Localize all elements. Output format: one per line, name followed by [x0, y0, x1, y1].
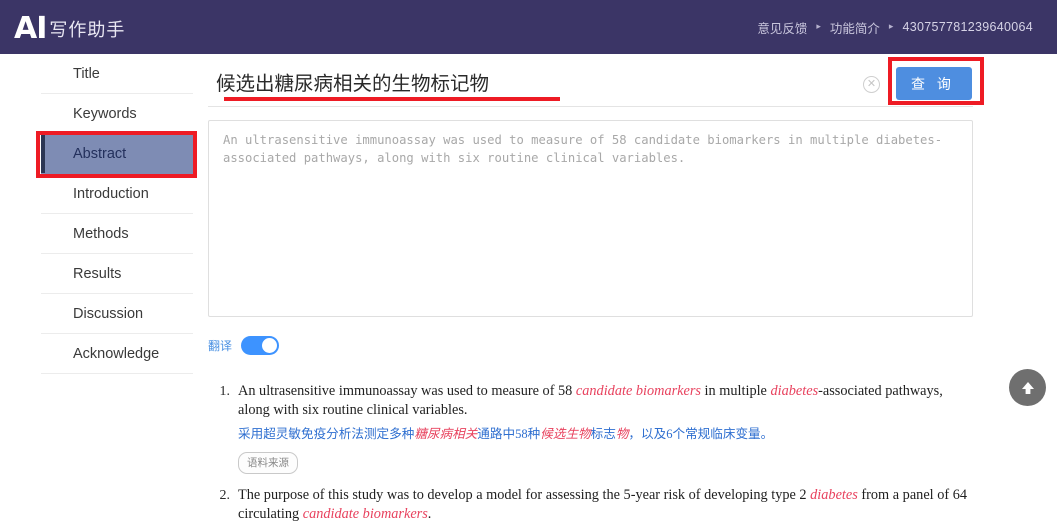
query-button[interactable]: 查 询 — [896, 67, 972, 100]
result-item: 2. The purpose of this study was to devel… — [208, 486, 973, 524]
results-list: 1. An ultrasensitive immunoassay was used… — [208, 382, 973, 530]
sidebar-item-discussion[interactable]: Discussion — [41, 294, 193, 334]
plain-text: The purpose of this study was to develop… — [238, 487, 811, 503]
annotation-underline-search-title — [224, 97, 560, 101]
plain-text-zh: ，以及6个常规临床变量。 — [628, 427, 774, 441]
section-sidebar: Title Keywords Abstract Introduction Met… — [41, 54, 193, 374]
result-number: 2. — [219, 488, 231, 503]
highlight-term: diabetes — [810, 487, 858, 503]
result-english-text: An ultrasensitive immunoassay was used t… — [238, 382, 973, 420]
app-header: AI 写作助手 意见反馈 ▸ 功能简介 ▸ 430757781239640064 — [0, 0, 1057, 54]
result-body: The purpose of this study was to develop… — [238, 486, 973, 524]
logo-text: 写作助手 — [49, 20, 126, 40]
content-textarea[interactable] — [208, 120, 973, 317]
account-id[interactable]: 430757781239640064 — [902, 20, 1033, 34]
plain-text: . — [427, 506, 432, 522]
nav-item-features[interactable]: 功能简介 — [830, 18, 880, 37]
highlight-term: diabetes — [770, 383, 819, 399]
translate-toggle[interactable] — [241, 336, 280, 355]
plain-text: An ultrasensitive immunoassay was used t… — [238, 383, 576, 399]
close-circle-icon[interactable]: ✕ — [863, 76, 880, 93]
sidebar-item-results[interactable]: Results — [41, 254, 193, 294]
highlight-term-zh: 物 — [615, 427, 629, 441]
result-chinese-translation: 采用超灵敏免疫分析法测定多种糖尿病相关通路中58种候选生物标志物，以及6个常规临… — [238, 424, 973, 445]
nav-item-feedback[interactable]: 意见反馈 — [757, 18, 807, 37]
translate-toggle-row: 翻译 — [208, 336, 280, 355]
plain-text-zh: 通路中58种 — [477, 427, 541, 441]
header-nav: 意见反馈 ▸ 功能简介 ▸ 430757781239640064 — [757, 18, 1057, 37]
plain-text: in multiple — [700, 383, 771, 399]
arrow-up-icon — [1021, 381, 1034, 394]
source-badge[interactable]: 语料来源 — [238, 452, 298, 474]
highlight-term: candidate biomarkers — [302, 506, 428, 522]
search-input[interactable]: 候选出糖尿病相关的生物标记物 — [216, 68, 489, 100]
plain-text-zh: 标志 — [590, 427, 616, 441]
highlight-term-zh: 糖尿病相关 — [414, 427, 478, 441]
app-logo[interactable]: AI 写作助手 — [0, 11, 126, 46]
sidebar-item-methods[interactable]: Methods — [41, 214, 193, 254]
result-english-text: The purpose of this study was to develop… — [238, 486, 973, 524]
result-number: 1. — [219, 384, 231, 399]
translate-label: 翻译 — [208, 339, 233, 353]
scroll-to-top-button[interactable] — [1009, 369, 1046, 406]
toggle-knob — [262, 338, 278, 353]
logo-mark-icon: AI — [14, 11, 47, 46]
sidebar-item-keywords[interactable]: Keywords — [41, 94, 193, 134]
sidebar-item-title[interactable]: Title — [41, 54, 193, 94]
highlight-term-zh: 候选生物 — [540, 427, 591, 441]
highlight-term: candidate biomarkers — [575, 383, 701, 399]
search-input-underline — [208, 106, 973, 107]
chevron-right-icon-1: ▸ — [816, 20, 821, 31]
sidebar-item-acknowledge[interactable]: Acknowledge — [41, 334, 193, 374]
sidebar-item-abstract[interactable]: Abstract — [41, 134, 193, 174]
chevron-right-icon-2: ▸ — [888, 20, 894, 31]
sidebar-item-introduction[interactable]: Introduction — [41, 174, 193, 214]
plain-text-zh: 采用超灵敏免疫分析法测定多种 — [238, 427, 415, 441]
result-body: An ultrasensitive immunoassay was used t… — [238, 382, 973, 474]
result-item: 1. An ultrasensitive immunoassay was used… — [208, 382, 973, 474]
